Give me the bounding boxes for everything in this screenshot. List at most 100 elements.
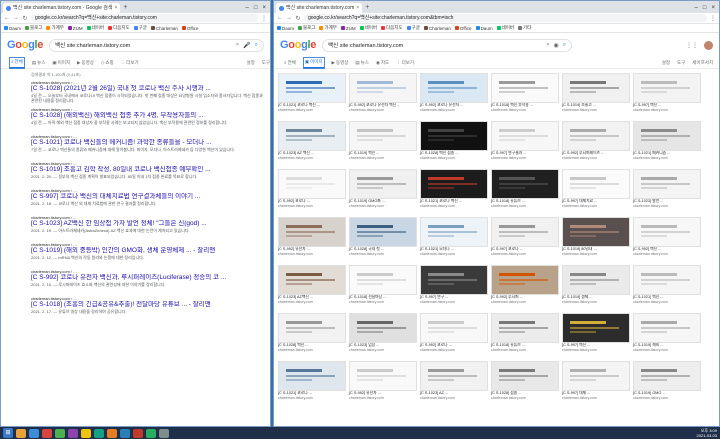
bookmark-item[interactable]: 다음지도 <box>381 25 403 31</box>
taskbar-app-icon[interactable] <box>94 428 104 438</box>
reload-icon[interactable]: ↻ <box>295 15 301 22</box>
image-result[interactable]: [C S-1028] 백신 접종 ... charleman.tistory.co… <box>420 121 488 166</box>
image-thumbnail[interactable] <box>491 73 559 103</box>
taskbar-app-icon[interactable] <box>81 428 91 438</box>
image-result[interactable]: [C S-992] 코로나 유전자 백신 ... charleman.tistor… <box>349 73 417 118</box>
image-thumbnail[interactable] <box>278 361 346 391</box>
image-thumbnail[interactable] <box>562 361 630 391</box>
bookmark-item[interactable]: 네이버 <box>359 25 377 31</box>
image-thumbnail[interactable] <box>278 313 346 343</box>
browser-tab[interactable]: 백신 site:charleman.tistory.com × <box>276 3 363 13</box>
image-result[interactable]: [C S-992] 유전자 ... charleman.tistory.com <box>278 217 346 262</box>
new-tab-button[interactable]: + <box>123 3 127 13</box>
windows-start-icon[interactable]: ⊞ <box>3 428 13 438</box>
image-result[interactable]: [C S-1021] 메커니즘 ... charleman.tistory.com <box>633 121 701 166</box>
image-result[interactable]: [C S-1019] 생체 ... charleman.tistory.com <box>562 265 630 310</box>
image-result[interactable]: [C S-1019] 백신 ... charleman.tistory.com <box>349 121 417 166</box>
browser-tab[interactable]: 백신 site:charleman.tistory.com - Google 검… <box>3 3 121 13</box>
bookmark-item[interactable]: 가계부 <box>319 25 337 31</box>
tab-5[interactable]: ⋮ 더보기 <box>121 57 139 69</box>
result-title-link[interactable]: [C S-1021] 코로나 백신들의 메커니즘! 과학한 종류들을 - 모더나… <box>31 139 264 147</box>
search-input[interactable]: 백신 site:charleman.tistory.com × 🎤 ⌕ <box>49 38 264 52</box>
result-title-link[interactable]: [C S-997] 코로나 백신의 대체치료법 연구결과체들의 이야기 ... <box>31 193 264 201</box>
taskbar-app-icon[interactable] <box>107 428 117 438</box>
image-thumbnail[interactable] <box>349 313 417 343</box>
google-logo[interactable]: Google <box>7 39 43 51</box>
forward-icon[interactable]: → <box>286 15 292 21</box>
camera-icon[interactable]: ◉ <box>554 42 559 49</box>
tools-link[interactable]: 도구 <box>262 57 270 69</box>
avatar[interactable] <box>704 40 713 50</box>
image-result[interactable]: [C S-1019] 해외 ... charleman.tistory.com <box>633 313 701 358</box>
image-thumbnail[interactable] <box>562 121 630 151</box>
tab-5[interactable]: ⋮ 더보기 <box>396 57 414 69</box>
image-result[interactable]: [C S-997] 대체 ... charleman.tistory.com <box>562 361 630 406</box>
image-thumbnail[interactable] <box>491 265 559 295</box>
image-result[interactable]: [C S-1023] 발언 ... charleman.tistory.com <box>633 169 701 214</box>
bookmark-item[interactable]: Daum <box>4 26 21 31</box>
image-thumbnail[interactable] <box>491 121 559 151</box>
taskbar-app-icon[interactable] <box>29 428 39 438</box>
image-result[interactable]: [C S-1019] GMO ... charleman.tistory.com <box>633 361 701 406</box>
bookmark-item[interactable]: ZUM <box>340 26 356 31</box>
menu-icon[interactable]: ⋮ <box>261 15 267 22</box>
image-thumbnail[interactable] <box>633 121 701 151</box>
image-result[interactable]: [C S-1018] 유튜브 ... charleman.tistory.com <box>491 313 559 358</box>
image-result[interactable]: [C S-1021] 코로나 백신 ... charleman.tistory.c… <box>278 73 346 118</box>
bookmark-item[interactable]: 기타 <box>518 25 531 31</box>
bookmark-item[interactable]: 블로그 <box>25 25 42 31</box>
image-thumbnail[interactable] <box>278 121 346 151</box>
image-result[interactable]: [C S-997] 백신 ... charleman.tistory.com <box>562 313 630 358</box>
search-icon[interactable]: ⌕ <box>255 42 258 49</box>
image-thumbnail[interactable] <box>420 217 488 247</box>
image-thumbnail[interactable] <box>491 169 559 199</box>
bookmark-item[interactable]: 구글 <box>406 25 420 31</box>
bookmark-item[interactable]: Daum <box>475 26 493 31</box>
image-thumbnail[interactable] <box>633 361 701 391</box>
maximize-icon[interactable]: □ <box>703 3 707 13</box>
image-result[interactable]: [C S-1023] 임상 ... charleman.tistory.com <box>349 313 417 358</box>
image-result[interactable]: [C S-1021] 코로나 ... charleman.tistory.com <box>278 361 346 406</box>
reload-icon[interactable]: ↻ <box>22 15 28 22</box>
bookmark-item[interactable]: 네이버 <box>496 25 514 31</box>
image-result[interactable]: [C S-1023] AZ ... charleman.tistory.com <box>420 361 488 406</box>
image-result[interactable]: [C S-992] 코로나 ... charleman.tistory.com <box>420 313 488 358</box>
bookmark-item[interactable]: 다음지도 <box>108 25 130 31</box>
image-thumbnail[interactable] <box>278 73 346 103</box>
image-result[interactable]: [C S-1019] GMO화 ... charleman.tistory.com <box>349 169 417 214</box>
image-result[interactable]: [C S-1023] AZ백신 ... charleman.tistory.com <box>278 265 346 310</box>
bookmark-item[interactable]: Office <box>454 26 472 31</box>
image-thumbnail[interactable] <box>420 169 488 199</box>
image-result[interactable]: [C S-997] 백신 ... charleman.tistory.com <box>633 73 701 118</box>
bookmark-item[interactable]: Office <box>181 26 199 31</box>
tab-1[interactable]: ▣ 이미지 <box>302 56 325 69</box>
image-result[interactable]: [C S-997] 코로나 ... charleman.tistory.com <box>491 217 559 262</box>
bookmark-item[interactable]: Daum <box>277 26 294 31</box>
image-result[interactable]: [C S-997] 연구결과 ... charleman.tistory.com <box>491 121 559 166</box>
bookmark-item[interactable]: 가계부 <box>46 25 64 31</box>
close-window-icon[interactable]: × <box>262 3 266 13</box>
image-result[interactable]: [C S-1028] 접종 ... charleman.tistory.com <box>491 361 559 406</box>
address-bar[interactable]: google.co.kr/search?q=백신+site:charleman.… <box>304 14 707 22</box>
image-result[interactable]: [C S-1021] 모더나 ... charleman.tistory.com <box>420 217 488 262</box>
bookmark-item[interactable]: 네이버 <box>86 25 104 31</box>
taskbar-app-icon[interactable] <box>120 428 130 438</box>
system-clock[interactable]: 오후 3:09 2021-03-03 <box>697 428 717 438</box>
result-title-link[interactable]: [C S-1023] AZ백신 한 임상접 가자 발언 정체! "그들은 신(g… <box>31 220 264 228</box>
clear-icon[interactable]: × <box>236 42 239 48</box>
image-thumbnail[interactable] <box>562 217 630 247</box>
image-thumbnail[interactable] <box>349 169 417 199</box>
image-thumbnail[interactable] <box>420 361 488 391</box>
image-thumbnail[interactable] <box>633 265 701 295</box>
result-title-link[interactable]: [C S-1028] (해외백신) 해외백신 접종 추가 4명, 부작용자들의 … <box>31 112 264 120</box>
image-thumbnail[interactable] <box>491 313 559 343</box>
image-thumbnail[interactable] <box>633 73 701 103</box>
image-thumbnail[interactable] <box>633 217 701 247</box>
maximize-icon[interactable]: □ <box>254 3 258 13</box>
taskbar-app-icon[interactable] <box>16 428 26 438</box>
image-thumbnail[interactable] <box>562 169 630 199</box>
forward-icon[interactable]: → <box>13 15 19 21</box>
image-result[interactable]: [C S-1019] 조흥고 ... charleman.tistory.com <box>562 73 630 118</box>
tab-1[interactable]: ▤ 뉴스 <box>32 57 46 69</box>
new-tab-button[interactable]: + <box>365 3 369 13</box>
